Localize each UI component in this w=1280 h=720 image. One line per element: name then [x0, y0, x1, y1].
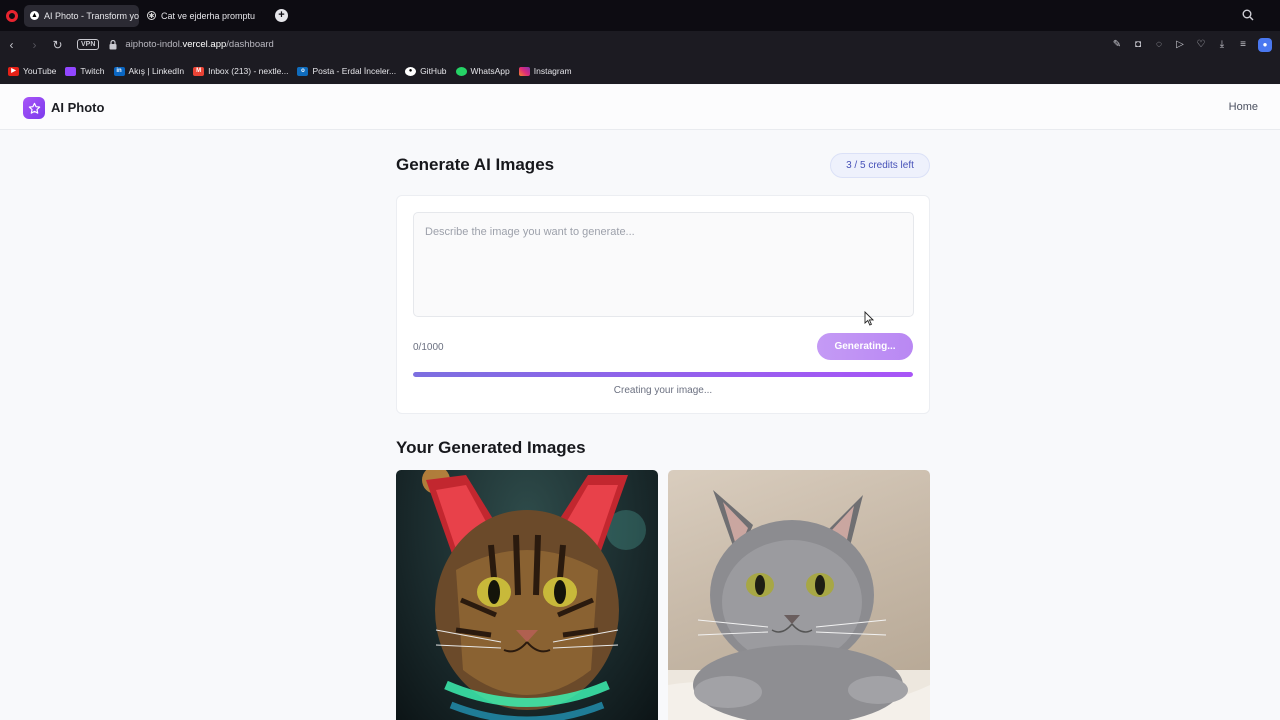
address-bar-tools: ✎ ◘ ◌ ▷ ♡ ⤓ ≡ ●	[1111, 38, 1272, 52]
profile-avatar[interactable]: ●	[1258, 38, 1272, 52]
url-field[interactable]: aiphoto-indol.vercel.app/dashboard	[125, 39, 273, 50]
page-title: Generate AI Images	[396, 155, 555, 174]
bookmark-twitch[interactable]: Twitch	[65, 66, 105, 76]
reload-icon[interactable]: ↻	[46, 38, 69, 52]
progress-bar	[413, 372, 913, 377]
triangle-icon: ▲	[30, 11, 39, 20]
page: AI Photo Home Generate AI Images 3 / 5 c…	[0, 85, 1280, 720]
char-counter: 0/1000	[413, 342, 444, 353]
whatsapp-icon	[455, 66, 467, 76]
home-link[interactable]: Home	[1229, 101, 1258, 113]
vpn-badge[interactable]: VPN	[77, 39, 100, 50]
shield-icon[interactable]: ◌	[1153, 39, 1165, 51]
lock-icon[interactable]	[109, 39, 117, 50]
credits-badge: 3 / 5 credits left	[830, 153, 930, 178]
tab-cat-prompt[interactable]: ✱ Cat ve ejderha promptu	[141, 5, 259, 27]
progress-fill	[413, 372, 913, 377]
status-text: Creating your image...	[613, 385, 713, 396]
menu-icon[interactable]: ≡	[1237, 39, 1249, 51]
camera-icon[interactable]: ◘	[1132, 39, 1144, 51]
brand-name[interactable]: AI Photo	[51, 100, 104, 115]
bookmark-github[interactable]: ● GitHub	[405, 66, 447, 76]
generate-button[interactable]: Generating...	[817, 333, 913, 360]
bookmark-youtube[interactable]: ▶ YouTube	[8, 66, 56, 76]
bookmark-linkedin[interactable]: in Akış | LinkedIn	[113, 66, 184, 76]
bookmark-whatsapp[interactable]: WhatsApp	[455, 66, 510, 76]
gmail-icon: M	[193, 66, 205, 76]
linkedin-icon: in	[113, 66, 125, 76]
address-bar: ‹ › ↻ VPN aiphoto-indol.vercel.app/dashb…	[0, 31, 1280, 58]
tab-title: AI Photo - Transform your	[44, 10, 139, 21]
back-icon[interactable]: ‹	[0, 38, 23, 52]
grey-cat-illustration	[668, 490, 930, 720]
tab-ai-photo[interactable]: ▲ AI Photo - Transform your	[24, 4, 139, 27]
twitch-icon	[65, 66, 77, 76]
edit-icon[interactable]: ✎	[1111, 39, 1123, 51]
mouse-cursor-icon	[864, 311, 874, 326]
generated-image-1[interactable]	[396, 470, 658, 720]
github-icon: ●	[405, 66, 417, 76]
bookmark-instagram[interactable]: Instagram	[518, 66, 572, 76]
browser-tab-bar: ▲ AI Photo - Transform your ✱ Cat ve ejd…	[0, 0, 1280, 31]
bookmark-gmail[interactable]: M Inbox (213) - nextle...	[193, 66, 288, 76]
download-icon[interactable]: ⤓	[1216, 39, 1228, 51]
bookmarks-bar: ▶ YouTube Twitch in Akış | LinkedIn M Inbox…	[0, 58, 1280, 84]
forward-icon[interactable]: ›	[23, 38, 46, 52]
star-icon[interactable]	[23, 97, 45, 119]
chatgpt-icon: ✱	[147, 11, 156, 20]
prompt-input[interactable]	[413, 212, 914, 317]
gallery-title: Your Generated Images	[396, 438, 586, 457]
tab-title: Cat ve ejderha promptu	[161, 10, 256, 21]
generator-card: 0/1000 Generating... Creating your image…	[396, 195, 930, 414]
search-icon[interactable]	[1242, 9, 1254, 21]
cyber-cat-illustration	[422, 470, 646, 720]
opera-logo-icon[interactable]	[6, 9, 18, 22]
play-icon[interactable]: ▷	[1174, 39, 1186, 51]
outlook-icon: o	[297, 66, 309, 76]
heart-icon[interactable]: ♡	[1195, 39, 1207, 51]
new-tab-button[interactable]: +	[275, 9, 288, 22]
bookmark-outlook[interactable]: o Posta - Erdal İnceler...	[297, 66, 396, 76]
instagram-icon	[518, 66, 530, 76]
youtube-icon: ▶	[8, 66, 19, 76]
generated-image-2[interactable]	[668, 470, 930, 720]
app-header: AI Photo Home	[0, 85, 1280, 130]
